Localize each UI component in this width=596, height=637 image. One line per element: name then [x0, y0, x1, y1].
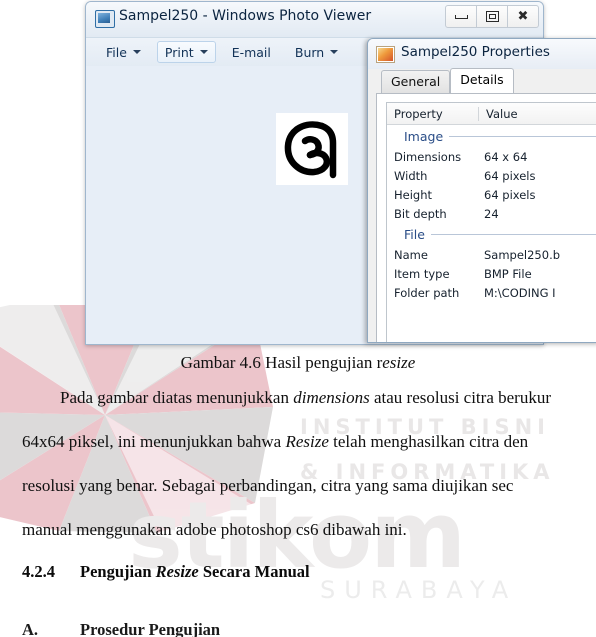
section-heading-text-italic: Resize — [155, 562, 199, 581]
property-name: Width — [394, 168, 428, 183]
section-heading-text-a: Pengujian — [80, 562, 156, 581]
properties-panel: Property Value Image Dimensions 64 x 64 … — [376, 93, 596, 342]
menu-item-email[interactable]: E-mail — [224, 41, 279, 63]
document-page: INSTITUT BISNI & INFORMATIKA stikom SURA… — [0, 0, 596, 637]
group-divider — [449, 135, 596, 137]
menu-item-file-label: File — [106, 44, 127, 60]
section-heading-text-b: Secara Manual — [198, 562, 310, 581]
section-heading: 4.2.4 Pengujian Resize Secara Manual — [22, 562, 310, 582]
property-group-file-label: File — [404, 226, 425, 242]
property-value: Sampel250.b — [484, 247, 561, 262]
property-name: Folder path — [394, 285, 460, 300]
properties-tabstrip: General Details — [368, 68, 596, 93]
minimize-button[interactable] — [445, 5, 477, 28]
section-subheading-number: A. — [22, 620, 39, 637]
table-row[interactable]: Name Sampel250.b — [387, 245, 596, 264]
chevron-down-icon — [330, 50, 339, 54]
paragraph-line-1: Pada gambar diatas menunjukkan dimension… — [60, 388, 596, 408]
property-group-file: File — [387, 223, 596, 245]
maximize-icon — [485, 11, 499, 22]
figure-caption-italic: esize — [382, 353, 416, 372]
menu-item-burn[interactable]: Burn — [287, 41, 346, 63]
property-name: Dimensions — [394, 149, 462, 164]
table-row[interactable]: Item type BMP File — [387, 264, 596, 283]
properties-dialog-title: Sampel250 Properties — [401, 44, 550, 60]
column-header-property[interactable]: Property — [387, 106, 479, 121]
paragraph-line-2b: telah menghasilkan citra den — [328, 432, 529, 451]
maximize-button[interactable] — [477, 5, 508, 28]
property-value: 24 — [484, 206, 499, 221]
paragraph-line-1a: Pada gambar diatas menunjukkan — [60, 388, 294, 407]
close-icon: ✖ — [517, 9, 529, 24]
tab-general[interactable]: General — [381, 70, 451, 93]
handwritten-digit-image — [276, 113, 348, 185]
surabaya-watermark-text: SURABAYA — [320, 576, 518, 604]
table-row[interactable]: Width 64 pixels — [387, 166, 596, 185]
table-row[interactable]: Dimensions 64 x 64 — [387, 147, 596, 166]
table-row[interactable]: Height 64 pixels — [387, 185, 596, 204]
property-group-image-label: Image — [404, 128, 444, 144]
properties-listbox[interactable]: Property Value Image Dimensions 64 x 64 … — [386, 102, 596, 342]
property-name: Bit depth — [394, 206, 447, 221]
property-value: 64 pixels — [484, 168, 536, 183]
section-subheading: A. Prosedur Pengujian — [22, 620, 220, 637]
close-button[interactable]: ✖ — [508, 5, 539, 28]
figure-caption-prefix: Gambar 4.6 Hasil pengujian r — [180, 353, 383, 372]
property-group-image: Image — [387, 125, 596, 147]
section-subheading-text: Prosedur Pengujian — [80, 620, 221, 637]
column-header-value[interactable]: Value — [479, 107, 596, 121]
photo-viewer-title: Sampel250 - Windows Photo Viewer — [119, 8, 372, 24]
menu-item-burn-label: Burn — [294, 44, 325, 60]
paragraph-line-2: 64x64 piksel, ini menunjukkan bahwa Resi… — [22, 432, 596, 452]
group-divider — [430, 233, 596, 235]
chevron-down-icon — [132, 50, 141, 54]
property-value: 64 x 64 — [484, 149, 528, 164]
paragraph-line-2-italic: Resize — [285, 432, 329, 451]
section-heading-number: 4.2.4 — [22, 562, 55, 581]
properties-table-header: Property Value — [387, 103, 596, 125]
paragraph-line-2a: 64x64 piksel, ini menunjukkan bahwa — [22, 432, 286, 451]
tab-details[interactable]: Details — [450, 68, 514, 93]
menu-item-file[interactable]: File — [98, 41, 149, 63]
menu-item-print-label: Print — [164, 44, 194, 60]
minimize-icon — [454, 14, 468, 19]
paragraph-line-1b: atau resolusi citra berukur — [369, 388, 551, 407]
photo-viewer-titlebar[interactable]: Sampel250 - Windows Photo Viewer ✖ — [86, 2, 543, 38]
property-value: BMP File — [484, 266, 532, 281]
properties-dialog: Sampel250 Properties General Details Pro… — [367, 38, 596, 343]
menu-item-print[interactable]: Print — [156, 41, 216, 63]
table-row[interactable]: Bit depth 24 — [387, 204, 596, 223]
bmp-file-icon — [376, 46, 395, 63]
paragraph-line-4: manual menggunakan adobe photoshop cs6 d… — [22, 520, 407, 539]
photo-viewer-icon — [95, 10, 115, 28]
menu-item-email-label: E-mail — [231, 44, 271, 60]
property-name: Height — [394, 187, 433, 202]
paragraph-line-3: resolusi yang benar. Sebagai perbandinga… — [22, 476, 514, 495]
property-value: 64 pixels — [484, 187, 536, 202]
property-name: Name — [394, 247, 428, 262]
chevron-down-icon — [199, 50, 208, 54]
table-row[interactable]: Folder path M:\CODING I — [387, 283, 596, 302]
property-name: Item type — [394, 266, 450, 281]
properties-titlebar[interactable]: Sampel250 Properties — [368, 39, 596, 69]
paragraph-line-1-italic: dimensions — [293, 388, 370, 407]
property-value: M:\CODING I — [484, 285, 556, 300]
figure-caption: Gambar 4.6 Hasil pengujian resize — [0, 353, 596, 373]
window-controls: ✖ — [445, 5, 539, 28]
